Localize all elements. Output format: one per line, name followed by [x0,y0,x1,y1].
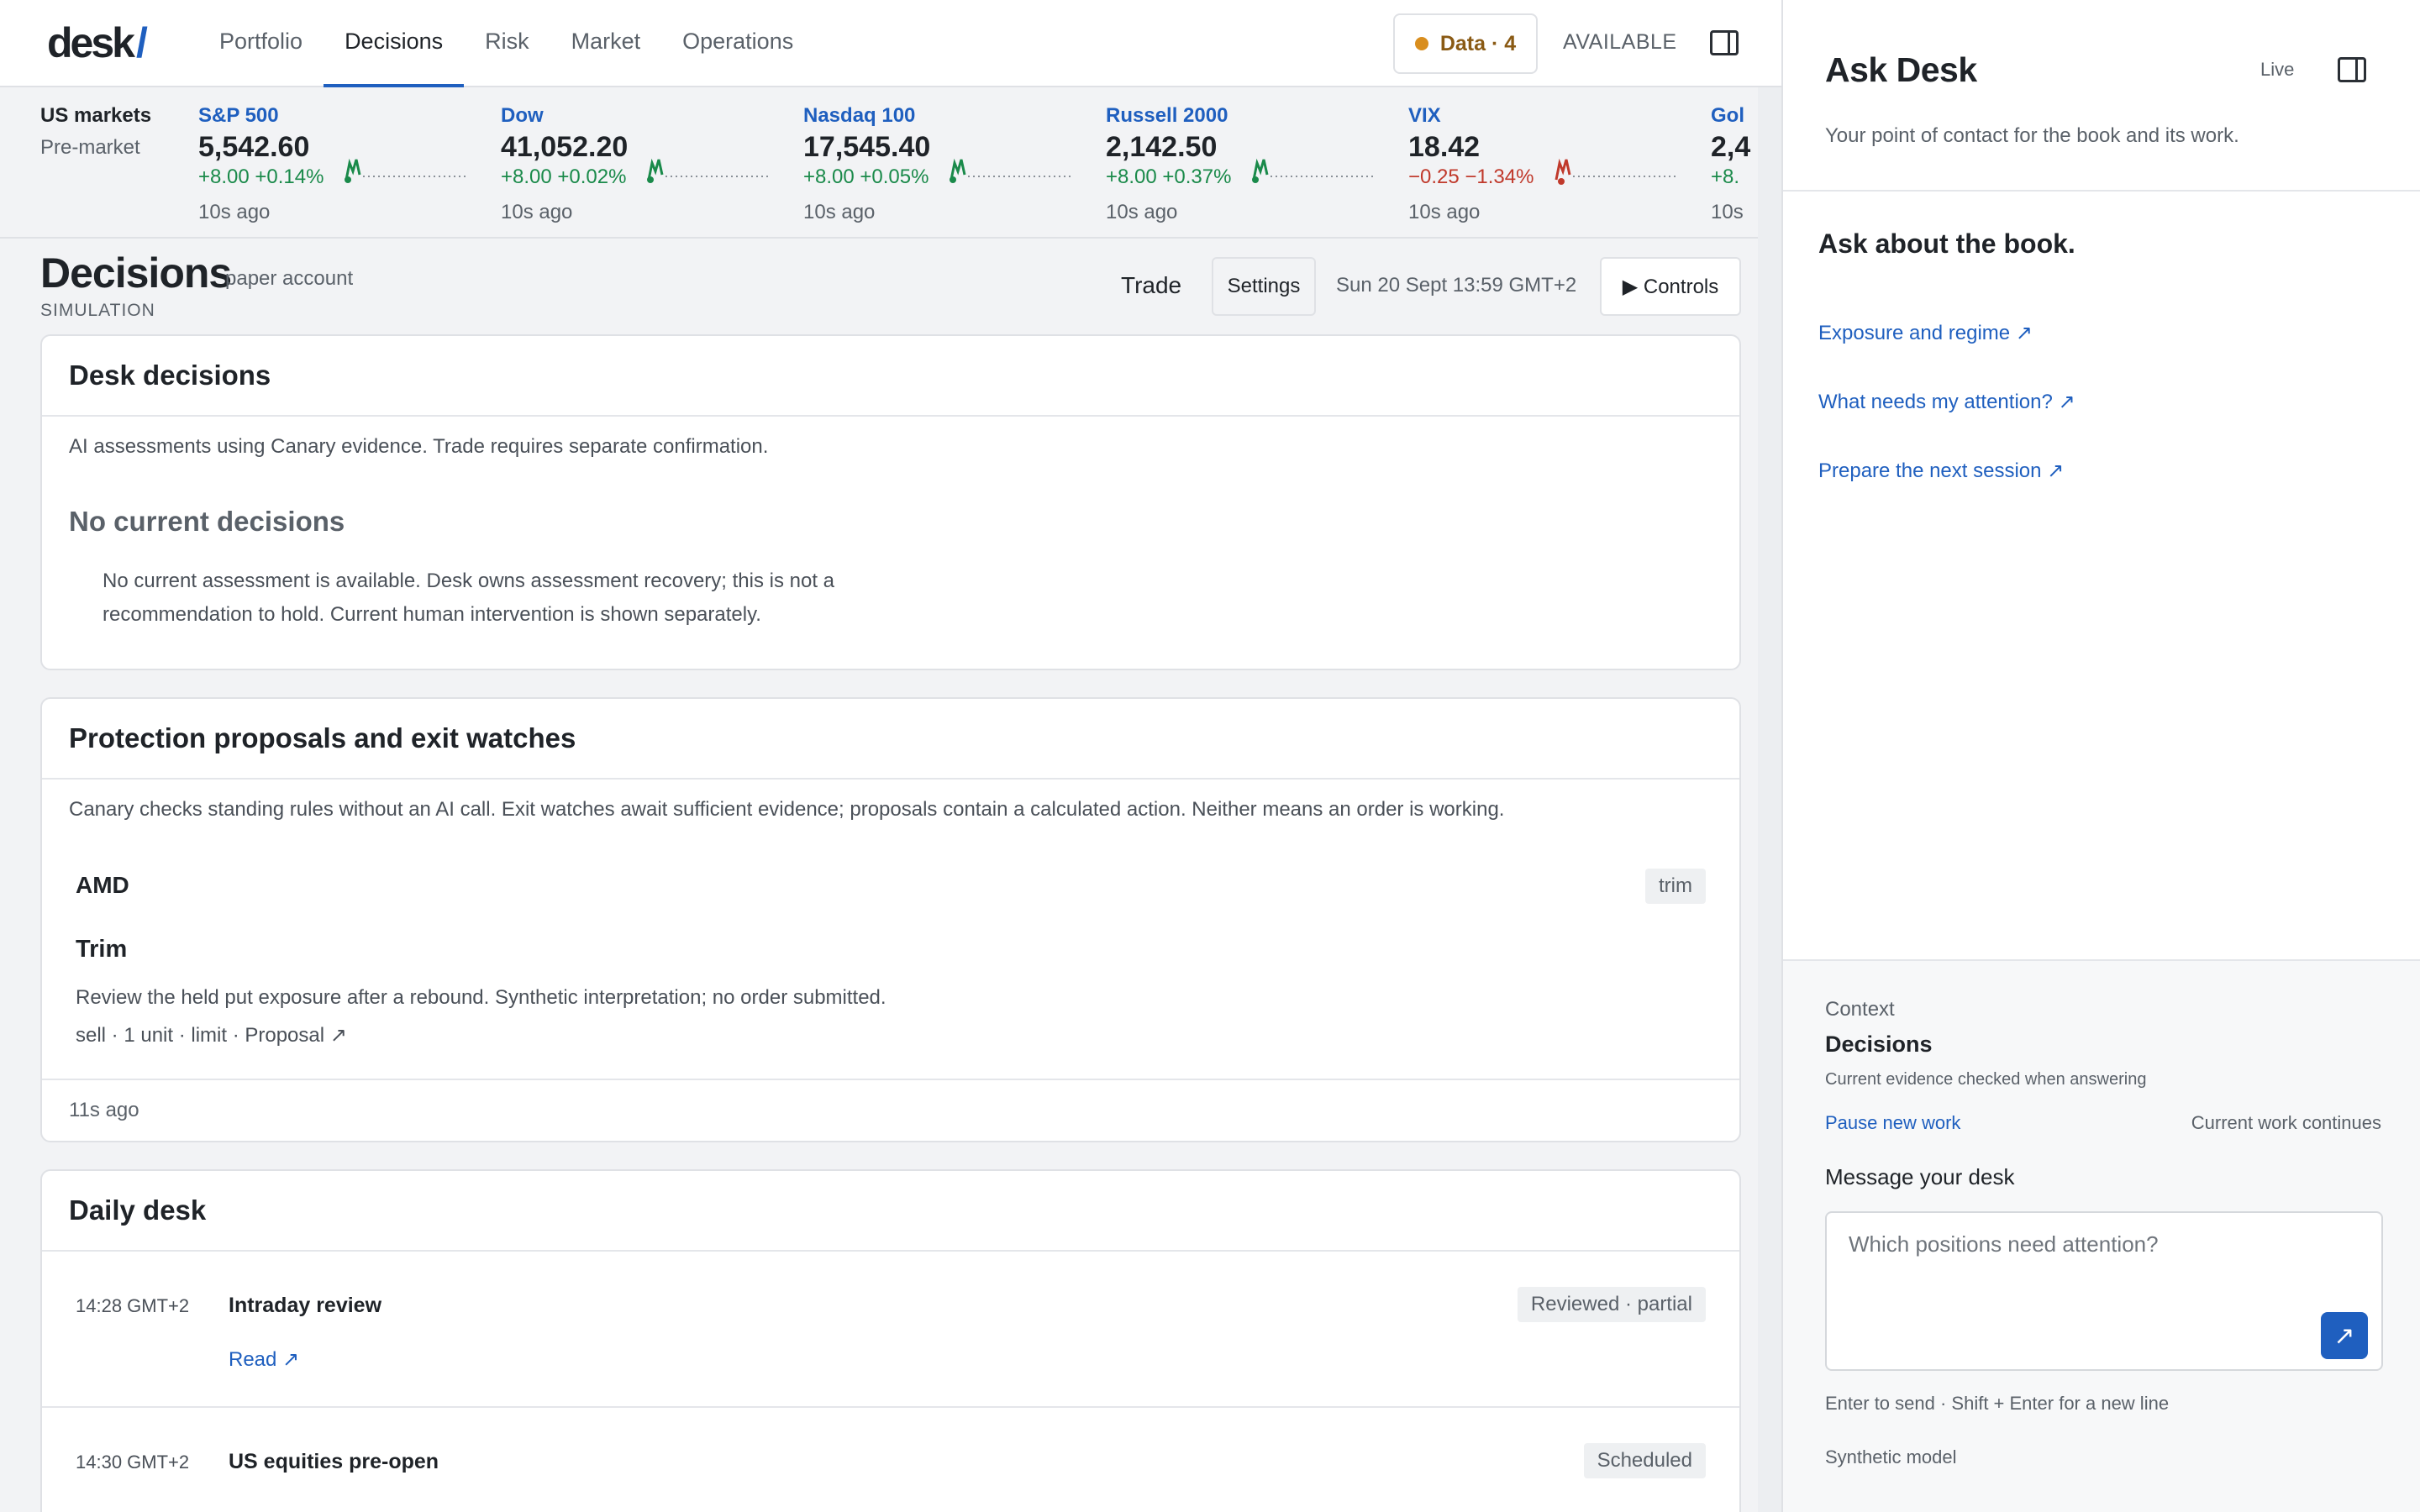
model-label: Synthetic model [1825,1446,1957,1467]
daily-status-badge: Reviewed · partial [1517,1287,1706,1322]
empty-state-body: No current assessment is available. Desk… [103,570,835,626]
suggestion-attention-link[interactable]: What needs my attention? ↗ [1818,390,2075,414]
context-note: Current evidence checked when answering [1825,1070,2147,1089]
top-bar: desk/ Portfolio Decisions Risk Market Op… [0,0,1781,87]
daily-read-link[interactable]: Read ↗ [229,1347,299,1372]
pause-work-link[interactable]: Pause new work [1825,1112,1960,1134]
card-title: Daily desk [69,1194,207,1226]
divider [1783,190,2420,192]
protection-proposals-card: Protection proposals and exit watches Ca… [40,697,1741,1142]
page-title: Decisions [40,249,232,297]
markets-session: Pre-market [40,136,140,159]
daily-row: 14:28 GMT+2 Intraday review Reviewed · p… [42,1252,1739,1408]
desk-logo[interactable]: desk/ [47,18,148,67]
proposal-tag: trim [1645,869,1706,904]
ticker-item[interactable]: S&P 500 5,542.60 +8.00 +0.14% 10s ago [198,104,467,224]
card-title: Protection proposals and exit watches [69,722,576,753]
ticker-name[interactable]: Russell 2000 [1106,104,1375,128]
ticker-updated: 10s ago [803,201,876,223]
ticker-updated: 10s ago [501,201,573,223]
context-title: Decisions [1825,1032,1933,1057]
main-area: desk/ Portfolio Decisions Risk Market Op… [0,0,1781,1512]
availability-status: AVAILABLE [1563,30,1677,54]
ticker-name[interactable]: S&P 500 [198,104,467,128]
sparkline-icon [950,158,1071,183]
daily-time: 14:28 GMT+2 [76,1295,190,1316]
page-subtitle: paper account [225,267,354,290]
sparkline-icon [1252,158,1373,183]
ask-subtitle: Your point of contact for the book and i… [1825,124,2239,147]
nav-risk[interactable]: Risk [464,0,550,87]
card-title: Desk decisions [69,360,271,391]
nav-market[interactable]: Market [550,0,662,87]
main-scrollbar[interactable] [1758,87,1781,1512]
ticker-name[interactable]: Nasdaq 100 [803,104,1072,128]
main-nav: Portfolio Decisions Risk Market Operatio… [198,0,814,87]
sidebar-toggle-icon[interactable] [1710,30,1739,55]
context-label: Context [1825,998,1895,1021]
ticker-name[interactable]: VIX [1408,104,1677,128]
sparkline-icon [345,158,466,183]
trade-link[interactable]: Trade [1121,272,1181,299]
markets-label: US markets Pre-market [40,104,151,160]
daily-desk-card: Daily desk 14:28 GMT+2 Intraday review R… [40,1169,1741,1512]
send-button[interactable]: ↗ [2321,1312,2368,1359]
suggestion-session-link[interactable]: Prepare the next session ↗ [1818,459,2064,483]
sparkline-icon [1555,158,1676,185]
ticker-item[interactable]: VIX 18.42 −0.25 −1.34% 10s ago [1408,104,1677,224]
ask-heading: Ask about the book. [1818,228,2075,259]
panel-collapse-icon[interactable] [2338,57,2366,82]
proposal-meta-link[interactable]: sell · 1 unit · limit · Proposal ↗ [76,1023,347,1047]
daily-row: 14:30 GMT+2 US equities pre-open Schedul… [42,1408,1739,1512]
daily-name: Intraday review [229,1294,382,1317]
nav-portfolio[interactable]: Portfolio [198,0,324,87]
proposal-timestamp: 11s ago [42,1079,1739,1141]
sparkline-icon [647,158,768,183]
page-mode: SIMULATION [40,301,155,320]
settings-button[interactable]: Settings [1212,257,1316,316]
live-indicator: Live [2260,59,2295,80]
ticker-updated: 10s ago [198,201,271,223]
nav-operations[interactable]: Operations [661,0,814,87]
card-description: Canary checks standing rules without an … [69,798,1505,821]
status-dot-icon [1414,37,1428,50]
daily-time: 14:30 GMT+2 [76,1452,190,1473]
ask-title: Ask Desk [1825,50,1977,89]
ticker-name[interactable]: Dow [501,104,770,128]
work-continues-label: Current work continues [2191,1112,2381,1133]
empty-state-heading: No current decisions [69,506,345,537]
ticker-item[interactable]: Dow 41,052.20 +8.00 +0.02% 10s ago [501,104,770,224]
markets-title: US markets [40,104,152,127]
session-clock: Sun 20 Sept 13:59 GMT+2 [1336,274,1577,297]
ticker-item[interactable]: Nasdaq 100 17,545.40 +8.00 +0.05% 10s ago [803,104,1072,224]
send-hint: Enter to send · Shift + Enter for a new … [1825,1393,2170,1414]
ticker-updated: 10s ago [1408,201,1481,223]
market-ticker-strip: US markets Pre-market S&P 500 5,542.60 +8.… [0,87,1781,239]
card-description: AI assessments using Canary evidence. Tr… [69,435,769,458]
message-label: Message your desk [1825,1164,2015,1189]
ticker-item[interactable]: Russell 2000 2,142.50 +8.00 +0.37% 10s ago [1106,104,1375,224]
controls-button[interactable]: ▶ Controls [1600,257,1741,316]
message-input[interactable] [1825,1211,2383,1371]
daily-name: US equities pre-open [229,1450,439,1473]
data-status-label: Data · 4 [1439,31,1517,55]
suggestion-exposure-link[interactable]: Exposure and regime ↗ [1818,321,2033,345]
data-status-button[interactable]: Data · 4 [1393,13,1538,74]
proposal-action: Trim [76,936,128,963]
proposal-symbol: AMD [76,872,129,898]
context-composer: Context Decisions Current evidence check… [1783,959,2420,1512]
desk-decisions-card: Desk decisions AI assessments using Cana… [40,334,1741,670]
nav-decisions[interactable]: Decisions [324,0,465,87]
ask-desk-panel: Ask Desk Live Your point of contact for … [1781,0,2420,1512]
daily-status-badge: Scheduled [1583,1443,1706,1478]
page-header: Decisions paper account SIMULATION Trade… [40,249,1741,326]
proposal-detail: Review the held put exposure after a reb… [76,986,886,1009]
ticker-updated: 10s ago [1106,201,1178,223]
